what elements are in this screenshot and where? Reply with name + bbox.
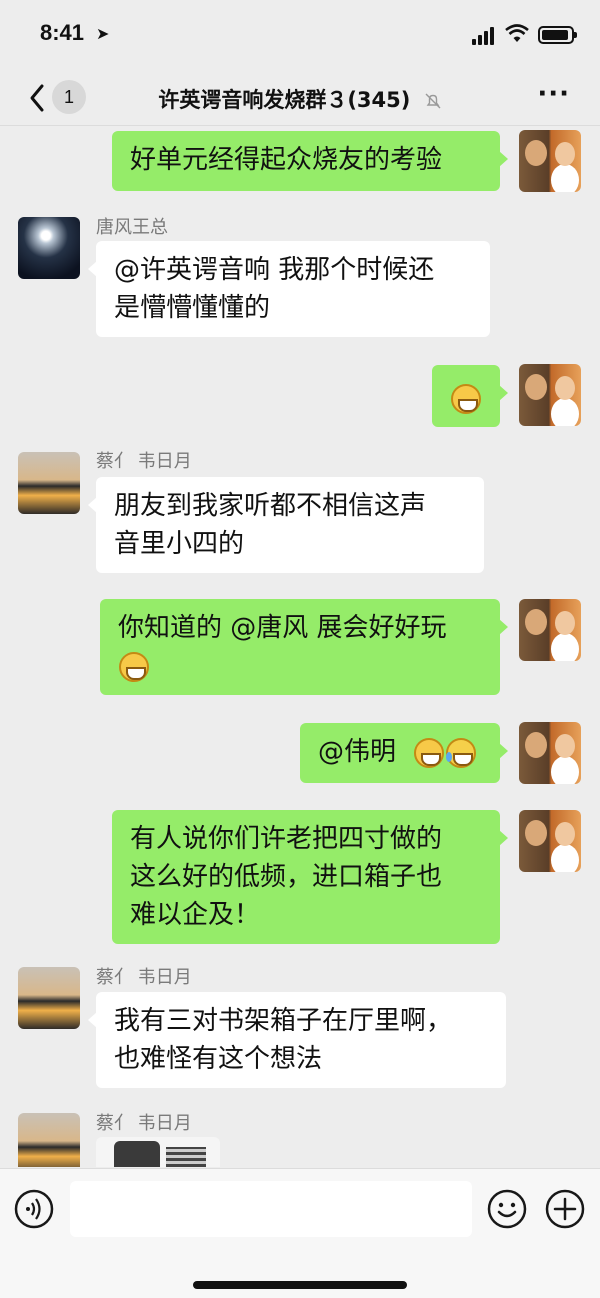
sender-name: 蔡亻 韦日月: [96, 1113, 192, 1134]
image-message-thumbnail[interactable]: [96, 1137, 220, 1167]
avatar-caiweiriyue[interactable]: [18, 1113, 80, 1167]
message-text-line: 我有三对书架箱子在厅里啊，: [114, 1006, 453, 1036]
message-bubble-incoming[interactable]: 我有三对书架箱子在厅里啊， 也难怪有这个想法: [88, 992, 506, 1088]
avatar-tangfeng[interactable]: [18, 217, 80, 279]
smile-icon[interactable]: [487, 1189, 527, 1229]
location-arrow-icon: ➤: [96, 24, 110, 43]
more-options-icon[interactable]: ···: [537, 81, 570, 107]
laugh-cry-emoji-icon: [446, 737, 477, 768]
mute-bell-icon: [425, 93, 441, 109]
voice-icon[interactable]: [14, 1189, 54, 1229]
cellular-signal-icon: [472, 27, 494, 45]
chat-header: 1 许英谔音响发烧群３(345) ···: [0, 70, 600, 126]
status-bar: 8:41 ➤: [0, 0, 600, 70]
chat-title: 许英谔音响发烧群３(345): [0, 84, 600, 114]
avatar-self[interactable]: [519, 364, 581, 426]
message-text-line: 朋友到我家听都不相信这声: [114, 491, 427, 521]
message-bubble-incoming[interactable]: @许英谔音响 我那个时候还 是懵懵懂懂的: [88, 241, 490, 337]
avatar-self[interactable]: [519, 130, 581, 192]
message-bubble-outgoing[interactable]: 好单元经得起众烧友的考验: [112, 131, 508, 191]
input-bar: [0, 1168, 600, 1298]
message-text-line: 有人说你们许老把四寸做的: [130, 824, 443, 854]
sender-name: 唐风王总: [96, 217, 168, 238]
grin-emoji-icon: [451, 383, 481, 414]
wifi-icon: [505, 24, 529, 42]
message-input[interactable]: [70, 1181, 472, 1237]
message-bubble-outgoing[interactable]: @伟明: [300, 723, 508, 783]
message-text-line: @许英谔音响 我那个时候还: [114, 255, 435, 285]
plus-icon[interactable]: [545, 1189, 585, 1229]
sender-name: 蔡亻 韦日月: [96, 967, 192, 988]
message-text-line: 你知道的 @唐风 展会好好玩: [118, 613, 447, 643]
avatar-self[interactable]: [519, 599, 581, 661]
avatar-self[interactable]: [519, 810, 581, 872]
home-indicator[interactable]: [193, 1281, 407, 1289]
avatar-caiweiriyue[interactable]: [18, 452, 80, 514]
message-list[interactable]: 好单元经得起众烧友的考验 唐风王总 @许英谔音响 我那个时候还 是懵懵懂懂的 蔡…: [0, 127, 600, 1167]
sender-name: 蔡亻 韦日月: [96, 451, 192, 472]
message-bubble-outgoing[interactable]: 你知道的 @唐风 展会好好玩: [100, 599, 508, 695]
grin-emoji-icon: [119, 651, 149, 682]
message-text-line: 音里小四的: [114, 529, 245, 559]
grin-emoji-icon: [414, 737, 445, 768]
message-text-line: 是懵懵懂懂的: [114, 293, 271, 323]
message-bubble-outgoing[interactable]: 有人说你们许老把四寸做的 这么好的低频，进口箱子也 难以企及！: [112, 810, 508, 944]
message-bubble-incoming[interactable]: 朋友到我家听都不相信这声 音里小四的: [88, 477, 484, 573]
message-text-line: 也难怪有这个想法: [114, 1044, 323, 1074]
message-text-line: 这么好的低频，进口箱子也: [130, 862, 443, 892]
message-text: @伟明: [318, 737, 397, 767]
avatar-caiweiriyue[interactable]: [18, 967, 80, 1029]
group-name: 许英谔音响发烧群３(345): [158, 88, 411, 112]
battery-icon: [538, 26, 577, 44]
avatar-self[interactable]: [519, 722, 581, 784]
message-bubble-outgoing[interactable]: [432, 365, 508, 427]
message-text-line: 难以企及！: [130, 900, 261, 930]
message-text: 好单元经得起众烧友的考验: [130, 145, 443, 175]
status-time: 8:41: [40, 20, 85, 45]
